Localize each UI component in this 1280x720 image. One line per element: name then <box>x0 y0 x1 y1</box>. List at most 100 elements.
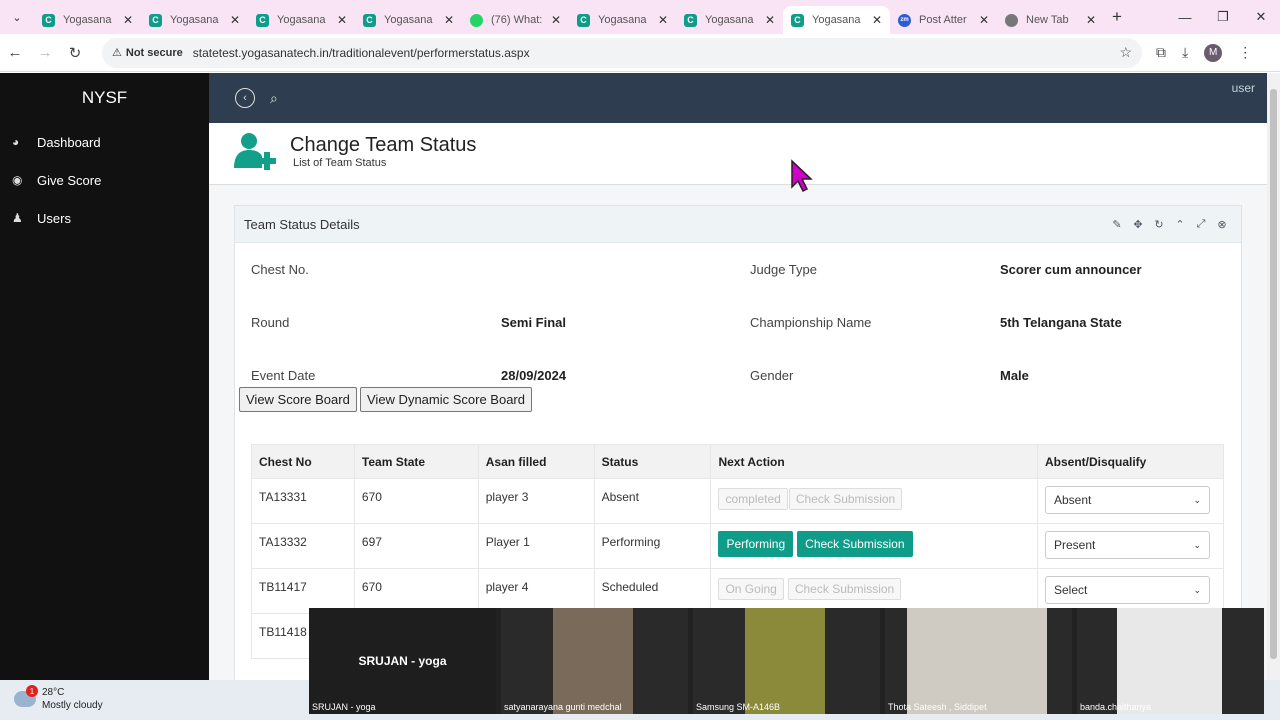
notification-badge: 1 <box>26 685 38 697</box>
close-tab-icon[interactable]: ✕ <box>872 13 882 27</box>
check-submission-button[interactable]: Check Submission <box>797 531 913 557</box>
browser-tab[interactable]: C Yogasana ✕ <box>248 7 355 33</box>
close-tab-icon[interactable]: ✕ <box>444 13 454 27</box>
absent-disqualify-select[interactable]: Absent ⌄ <box>1045 486 1210 514</box>
view-score-board-button[interactable]: View Score Board <box>239 387 357 412</box>
page-subtitle: List of Team Status <box>293 157 387 169</box>
refresh-icon[interactable]: ↻ <box>1152 218 1166 231</box>
sidebar-toggle-back-icon[interactable]: ‹ <box>235 88 255 108</box>
browser-tab-active[interactable]: C Yogasana ✕ <box>783 6 890 34</box>
championship-value: 5th Telangana State <box>1000 315 1122 330</box>
check-submission-button: Check Submission <box>788 488 903 510</box>
yogasana-favicon-icon: C <box>791 13 804 27</box>
tab-title: Yogasana <box>705 14 754 26</box>
cloud-icon: 1 <box>14 685 38 707</box>
table-row: TA13331 670 player 3 Absent completed Che… <box>251 478 1224 524</box>
browser-tab-strip: ⌄ C Yogasana ✕ C Yogasana ✕ C Yogasana ✕ C Yoga… <box>0 0 1280 34</box>
browser-menu-icon[interactable]: ⋮ <box>1238 44 1252 61</box>
video-tile[interactable]: Samsung SM-A146B <box>693 608 880 714</box>
minimize-icon[interactable]: — <box>1166 10 1204 25</box>
video-call-strip: SRUJAN - yoga SRUJAN - yoga satyanarayan… <box>309 608 1264 714</box>
sidebar-item-dashboard[interactable]: ◕ Dashboard <box>0 123 209 161</box>
participant-name: Thota Sateesh , Siddipet <box>888 702 987 712</box>
participant-video <box>1117 608 1222 714</box>
browser-tab[interactable]: C Yogasana ✕ <box>569 7 676 33</box>
video-tile[interactable]: SRUJAN - yoga SRUJAN - yoga <box>309 608 496 714</box>
browser-tab[interactable]: C Yogasana ✕ <box>141 7 248 33</box>
address-bar-row: ← → ↻ ⚠ Not secure statetest.yogasanatech… <box>0 34 1280 72</box>
view-dynamic-score-board-button[interactable]: View Dynamic Score Board <box>360 387 532 412</box>
asan-filled-cell: Player 1 <box>477 523 595 569</box>
close-tab-icon[interactable]: ✕ <box>123 13 133 27</box>
temperature-text: 28°C <box>42 687 65 698</box>
download-icon[interactable]: ⤓ <box>1182 44 1188 61</box>
next-action-cell: On Going Check Submission <box>710 568 1038 614</box>
video-tile[interactable]: banda.chaithanya <box>1077 608 1264 714</box>
reload-icon[interactable]: ↻ <box>60 44 90 62</box>
chest-no-cell: TA13332 <box>251 523 355 569</box>
page-scrollbar[interactable] <box>1267 73 1280 680</box>
table-row: TA13332 697 Player 1 Performing Performi… <box>251 523 1224 569</box>
profile-avatar[interactable]: M <box>1204 43 1223 62</box>
judge-type-label: Judge Type <box>750 262 817 277</box>
extensions-puzzle-icon[interactable]: ⧉ <box>1156 44 1166 61</box>
collapse-chevron-up-icon[interactable]: ⌃ <box>1173 218 1187 231</box>
browser-tab[interactable]: (76) What: ✕ <box>462 7 569 33</box>
browser-tab[interactable]: zm Post Atter ✕ <box>890 7 997 33</box>
select-value: Present <box>1054 538 1096 552</box>
forward-arrow-icon[interactable]: → <box>30 44 60 61</box>
edit-icon[interactable]: ✎ <box>1110 218 1124 231</box>
url-text[interactable]: statetest.yogasanatech.in/traditionaleve… <box>193 46 530 60</box>
performing-button[interactable]: Performing <box>718 531 794 557</box>
close-tab-icon[interactable]: ✕ <box>979 13 989 27</box>
close-tab-icon[interactable]: ✕ <box>1086 13 1096 27</box>
not-secure-indicator[interactable]: ⚠ Not secure <box>112 46 183 60</box>
warning-icon: ⚠ <box>112 47 122 59</box>
content-area: Team Status Details ✎ ✥ ↻ ⌃ ⤢ ⊗ Chest No… <box>209 185 1267 685</box>
tab-title: Yogasana <box>277 14 326 26</box>
asan-filled-cell: player 3 <box>477 478 595 524</box>
tab-title: Yogasana <box>384 14 433 26</box>
scrollbar-thumb[interactable] <box>1270 89 1277 659</box>
omnibox[interactable]: ⚠ Not secure statetest.yogasanatech.in/tr… <box>102 37 1142 68</box>
move-icon[interactable]: ✥ <box>1131 218 1145 231</box>
back-arrow-icon[interactable]: ← <box>0 44 30 61</box>
browser-tab[interactable]: C Yogasana ✕ <box>355 7 462 33</box>
absent-disqualify-cell: Select ⌄ <box>1037 568 1224 614</box>
new-tab-plus-icon[interactable]: + <box>1112 7 1132 27</box>
close-tab-icon[interactable]: ✕ <box>765 13 775 27</box>
weather-widget[interactable]: 1 28°C Mostly cloudy <box>14 685 103 712</box>
round-label: Round <box>251 315 290 330</box>
browser-tab[interactable]: C Yogasana ✕ <box>676 7 783 33</box>
sidebar-item-users[interactable]: ♟ Users <box>0 199 209 237</box>
bookmark-star-icon[interactable]: ☆ <box>1119 44 1132 61</box>
close-window-icon[interactable]: ✕ <box>1242 9 1280 25</box>
video-tile[interactable]: satyanarayana gunti medchal <box>501 608 688 714</box>
browser-tab[interactable]: New Tab ✕ <box>997 7 1104 33</box>
close-tab-icon[interactable]: ✕ <box>658 13 668 27</box>
close-tab-icon[interactable]: ✕ <box>337 13 347 27</box>
absent-disqualify-select[interactable]: Select ⌄ <box>1045 576 1210 604</box>
column-header: Status <box>593 444 712 479</box>
weather-text: Mostly cloudy <box>42 700 103 711</box>
video-tile[interactable]: Thota Sateesh , Siddipet <box>885 608 1072 714</box>
sidebar-item-give-score[interactable]: ◉ Give Score <box>0 161 209 199</box>
tab-search-icon[interactable]: ⌄ <box>0 0 34 34</box>
sidebar: NYSF ◕ Dashboard ◉ Give Score ♟ Users <box>0 73 209 680</box>
column-header: Team State <box>353 444 479 479</box>
close-circle-icon[interactable]: ⊗ <box>1215 218 1229 231</box>
browser-tab[interactable]: C Yogasana ✕ <box>34 7 141 33</box>
brand-logo[interactable]: NYSF <box>0 73 209 123</box>
close-tab-icon[interactable]: ✕ <box>230 13 240 27</box>
close-tab-icon[interactable]: ✕ <box>551 13 561 27</box>
round-value: Semi Final <box>501 315 567 330</box>
absent-disqualify-select[interactable]: Present ⌄ <box>1045 531 1210 559</box>
tab-title: (76) What: <box>491 14 543 26</box>
restore-icon[interactable]: ❐ <box>1204 9 1242 25</box>
user-avatar-broken-image[interactable]: user <box>1232 81 1255 95</box>
yogasana-favicon-icon: C <box>256 13 269 27</box>
fullscreen-icon[interactable]: ⤢ <box>1194 218 1208 231</box>
search-icon[interactable]: ⌕ <box>270 90 278 107</box>
sidebar-item-label: Give Score <box>37 172 102 188</box>
team-state-cell: 670 <box>353 568 479 614</box>
